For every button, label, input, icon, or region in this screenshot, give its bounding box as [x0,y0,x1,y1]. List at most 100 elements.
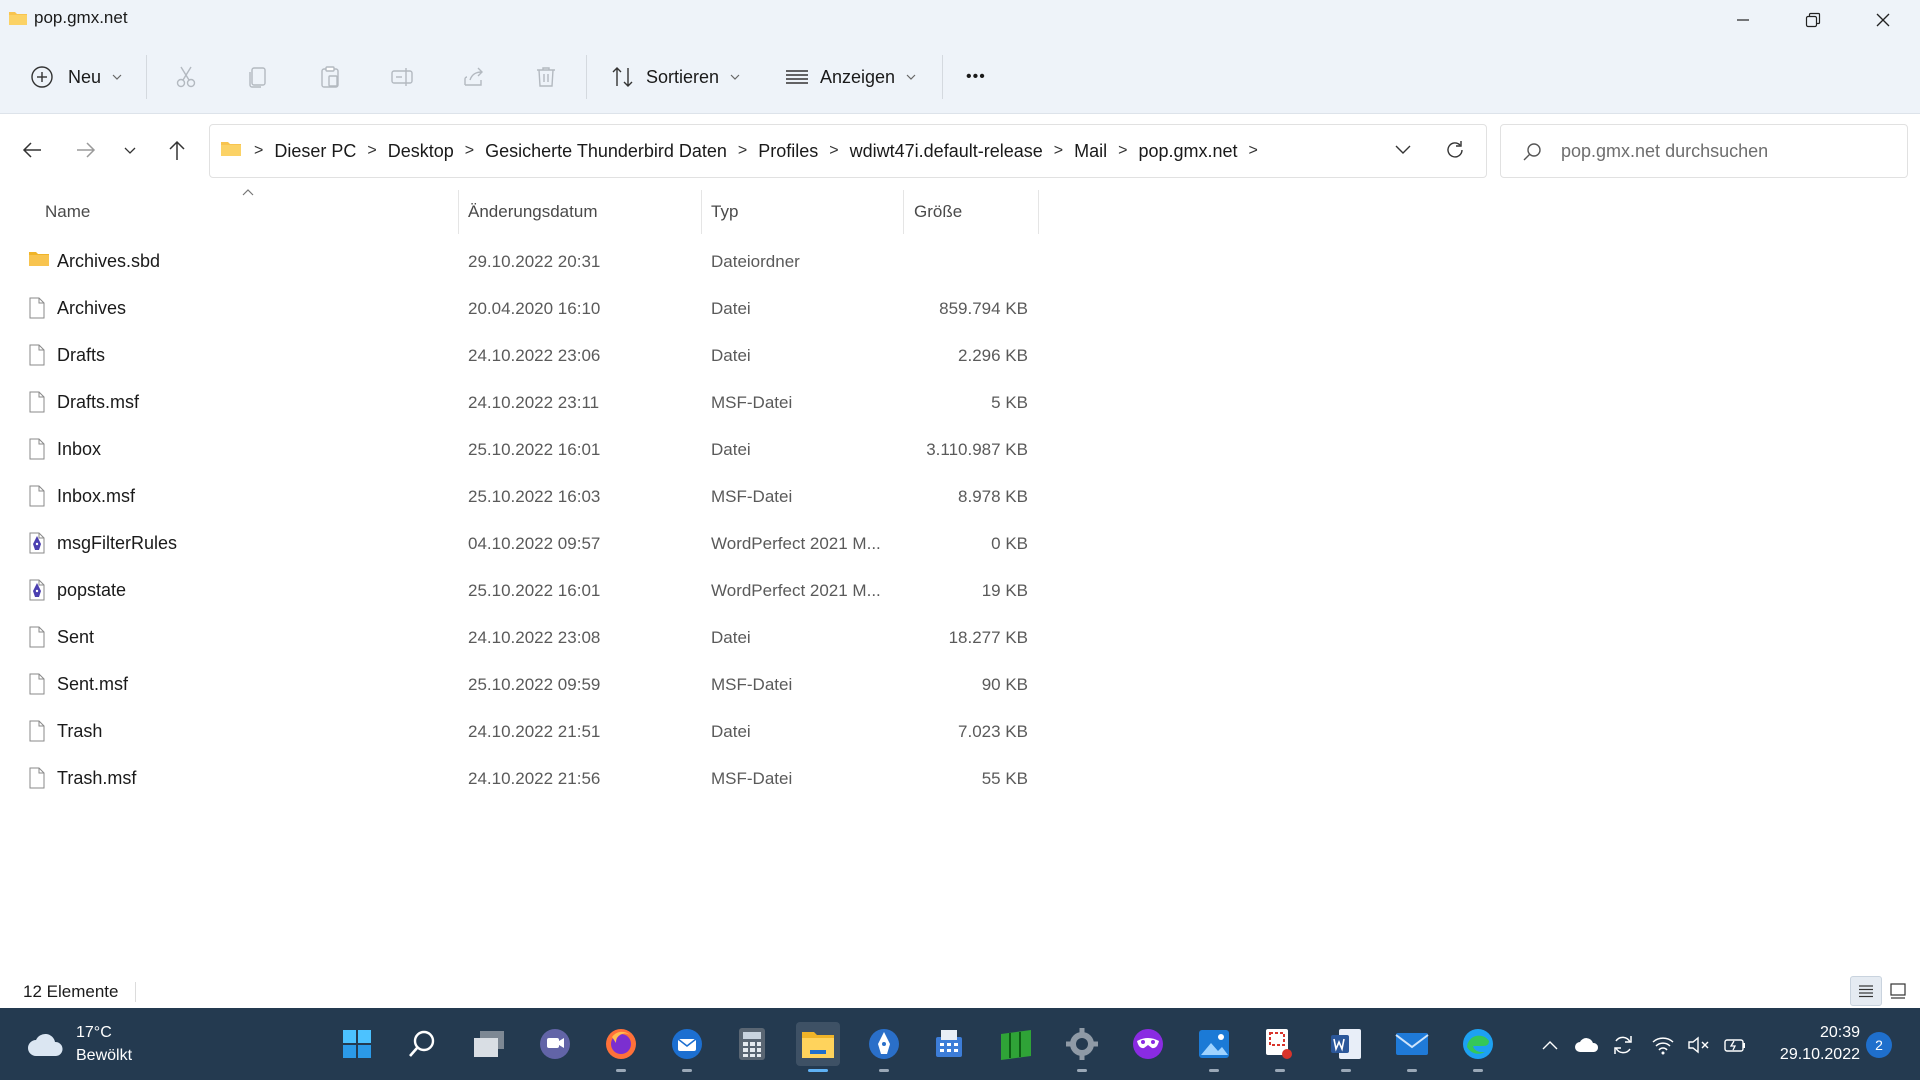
breadcrumb-item[interactable]: pop.gmx.net [1131,141,1244,162]
breadcrumb-separator[interactable]: > [825,142,842,160]
teams-chat-icon[interactable] [533,1022,577,1066]
file-row[interactable]: Inbox 25.10.2022 16:01 Datei 3.110.987 KB [0,426,1040,473]
address-history-button[interactable] [1393,139,1413,164]
cut-button[interactable] [174,40,198,114]
restore-button[interactable] [1778,0,1848,40]
task-view-icon[interactable] [467,1022,511,1066]
breadcrumb-item[interactable]: wdiwt47i.default-release [843,141,1050,162]
file-name: Inbox.msf [57,486,136,506]
breadcrumb-separator[interactable]: > [734,142,751,160]
file-row[interactable]: Inbox.msf 25.10.2022 16:03 MSF-Datei 8.978 … [0,473,1040,520]
view-button[interactable]: Anzeigen [784,40,917,114]
file-row[interactable]: Trash.msf 24.10.2022 21:56 MSF-Datei 55 KB [0,755,1040,802]
settings-icon[interactable] [1060,1022,1104,1072]
minimize-button[interactable] [1708,0,1778,40]
search-box[interactable]: pop.gmx.net durchsuchen [1500,124,1908,178]
file-row[interactable]: msgFilterRules 04.10.2022 09:57 WordPerfec… [0,520,1040,567]
more-options-button[interactable]: ••• [966,40,986,114]
running-indicator [1473,1069,1483,1072]
file-name: Archives.sbd [57,251,161,271]
preview-view-button[interactable] [1882,976,1914,1006]
refresh-button[interactable] [1444,139,1466,166]
breadcrumb-separator[interactable]: > [363,142,380,160]
arrow-up-icon [169,140,185,160]
file-explorer-icon[interactable] [796,1022,840,1072]
folder-icon [8,9,28,32]
details-view-button[interactable] [1850,976,1882,1006]
search-input[interactable]: pop.gmx.net durchsuchen [1561,141,1768,162]
clock-time: 20:39 [1819,1024,1860,1041]
address-bar[interactable]: > Dieser PC > Desktop > Gesicherte Thund… [209,124,1487,178]
search-icon[interactable] [400,1022,444,1066]
photos-icon[interactable] [1192,1022,1236,1072]
fax-icon[interactable] [927,1022,971,1066]
arrow-right-icon [77,142,96,158]
column-divider[interactable] [458,190,459,234]
column-header-name[interactable]: Name [45,190,455,234]
rename-button[interactable] [390,40,416,114]
close-button[interactable] [1848,0,1918,40]
onedrive-icon[interactable] [1572,1030,1602,1060]
file-row[interactable]: Drafts 24.10.2022 23:06 Datei 2.296 KB [0,332,1040,379]
column-divider[interactable] [1038,190,1039,234]
file-row[interactable]: Archives 20.04.2020 16:10 Datei 859.794 KB [0,285,1040,332]
breadcrumb-item[interactable]: Dieser PC [267,141,363,162]
separator [586,55,587,99]
file-name: Sent.msf [57,674,129,694]
file-row[interactable]: Trash 24.10.2022 21:51 Datei 7.023 KB [0,708,1040,755]
separator [135,982,136,1002]
mask-app-icon[interactable] [1126,1022,1170,1066]
breadcrumb-separator[interactable]: > [461,142,478,160]
new-button[interactable]: Neu [30,40,123,114]
mail-icon[interactable] [1390,1022,1434,1072]
snipping-tool-icon[interactable] [1258,1022,1302,1072]
start-icon[interactable] [335,1022,379,1066]
file-row[interactable]: Archives.sbd 29.10.2022 20:31 Dateiordner [0,238,1040,285]
breadcrumb-item[interactable]: Gesicherte Thunderbird Daten [478,141,734,162]
column-header-type[interactable]: Typ [711,190,901,234]
weather-widget[interactable]: 17°C Bewölkt [26,1022,166,1068]
file-type: WordPerfect 2021 M... [711,581,881,600]
file-icon [28,767,46,794]
spreadsheet-app-icon[interactable] [994,1022,1038,1066]
word-icon[interactable] [1324,1022,1368,1072]
weather-condition: Bewölkt [76,1047,133,1064]
file-row[interactable]: Sent.msf 25.10.2022 09:59 MSF-Datei 90 KB [0,661,1040,708]
paste-button[interactable] [318,40,342,114]
share-button[interactable] [462,40,486,114]
back-button[interactable] [14,132,50,168]
wordperfect-app-icon[interactable] [862,1022,906,1072]
notification-badge[interactable]: 2 [1866,1032,1892,1058]
up-button[interactable] [159,132,195,168]
copy-button[interactable] [246,40,270,114]
breadcrumb-item[interactable]: Profiles [751,141,825,162]
breadcrumb-item[interactable]: Mail [1067,141,1114,162]
file-type: Datei [711,299,751,318]
forward-button[interactable] [68,132,104,168]
breadcrumb-separator[interactable]: > [1050,142,1067,160]
column-header-size[interactable]: Größe [914,190,1034,234]
sort-button[interactable]: Sortieren [610,40,741,114]
chevron-up-icon[interactable] [1535,1030,1565,1060]
calculator-icon[interactable] [730,1022,774,1066]
clock[interactable]: 20:39 29.10.2022 [1760,1022,1860,1066]
breadcrumb-separator[interactable]: > [1114,142,1131,160]
firefox-icon[interactable] [599,1022,643,1072]
column-divider[interactable] [903,190,904,234]
breadcrumb-separator[interactable]: > [1245,142,1262,160]
column-header-date[interactable]: Änderungsdatum [468,190,698,234]
file-row[interactable]: popstate 25.10.2022 16:01 WordPerfect 2021… [0,567,1040,614]
volume-muted-icon[interactable] [1684,1030,1714,1060]
delete-button[interactable] [534,40,558,114]
edge-icon[interactable] [1456,1022,1500,1072]
file-row[interactable]: Drafts.msf 24.10.2022 23:11 MSF-Datei 5 KB [0,379,1040,426]
breadcrumb-item[interactable]: Desktop [381,141,461,162]
battery-icon[interactable] [1720,1030,1750,1060]
sync-icon[interactable] [1608,1030,1638,1060]
thunderbird-icon[interactable] [665,1022,709,1072]
file-row[interactable]: Sent 24.10.2022 23:08 Datei 18.277 KB [0,614,1040,661]
column-divider[interactable] [701,190,702,234]
recent-locations-button[interactable] [112,132,148,168]
restore-icon [1805,12,1821,28]
wifi-icon[interactable] [1648,1030,1678,1060]
